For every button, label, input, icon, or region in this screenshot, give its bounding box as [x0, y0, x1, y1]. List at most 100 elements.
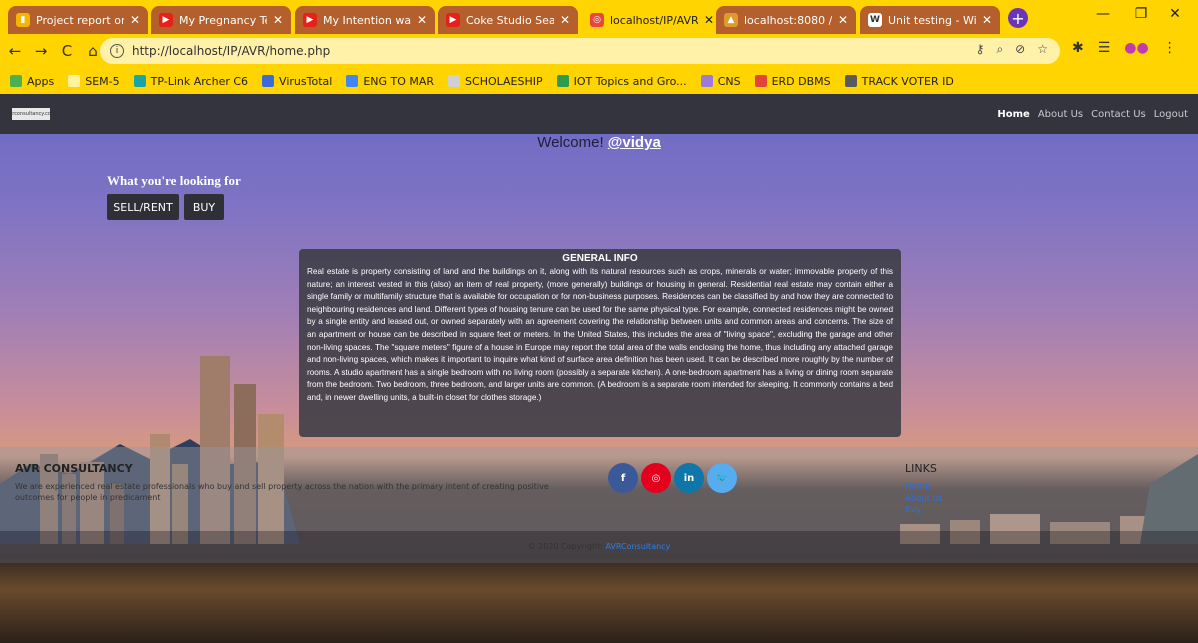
general-info-title: GENERAL INFO	[562, 253, 638, 264]
tab-label: localhost:8080 / 1	[744, 13, 832, 27]
bookmark-item[interactable]: ERD DBMS	[754, 74, 831, 88]
bookmark-label: ENG TO MAR	[363, 74, 435, 88]
browser-tab[interactable]: ▮ Project report on ✕	[8, 6, 148, 34]
twitter-icon[interactable]: 🐦	[707, 463, 737, 493]
browser-tab-bar: ▮ Project report on ✕ ▶ My Pregnancy Tes ✕ ▶ My…	[0, 0, 1198, 34]
bookmark-item[interactable]: Apps	[10, 75, 54, 88]
tab-close-icon[interactable]: ✕	[273, 13, 283, 27]
username-link[interactable]: @vidya	[608, 134, 661, 151]
bookmark-label: ERD DBMS	[771, 74, 831, 88]
site-navbar: avrconsultancy.com Home About Us Contact U…	[0, 94, 1198, 134]
menu-icon[interactable]: ⋮	[1163, 40, 1177, 56]
extensions-icon[interactable]: ✱	[1072, 40, 1084, 56]
copyright-brand-link[interactable]: AVRConsultancy	[605, 542, 670, 551]
social-buttons: f ◎ in 🐦	[608, 463, 737, 493]
bookmark-label: SEM-5	[85, 74, 120, 88]
tab-favicon-icon: ▶	[159, 13, 173, 27]
bookmark-item[interactable]: TRACK VOTER ID	[844, 75, 954, 88]
footer-links: Home About us Buy	[905, 482, 943, 517]
footer-link-about-us[interactable]: About us	[905, 494, 943, 506]
tab-label: My Intention was	[323, 13, 411, 27]
bookmark-label: CNS	[717, 74, 741, 88]
footer-link-home[interactable]: Home	[905, 482, 943, 494]
browser-tab[interactable]: ▶ Coke Studio Seas ✕	[438, 6, 578, 34]
bookmark-item[interactable]: VirusTotal	[262, 75, 332, 88]
bookmark-icon	[346, 75, 359, 87]
minimize-icon[interactable]: —	[1088, 6, 1118, 22]
browser-tab[interactable]: ▲ localhost:8080 / 1 ✕	[716, 6, 856, 34]
tab-label: localhost/IP/AVR/	[610, 13, 698, 27]
tab-close-icon[interactable]: ✕	[704, 13, 714, 27]
tab-label: My Pregnancy Tes	[179, 13, 267, 27]
tab-close-icon[interactable]: ✕	[560, 13, 570, 27]
tab-close-icon[interactable]: ✕	[130, 13, 140, 27]
tab-close-icon[interactable]: ✕	[982, 13, 992, 27]
page-viewport: avrconsultancy.com Home About Us Contact U…	[0, 94, 1198, 643]
key-icon[interactable]: ⚷	[976, 42, 985, 57]
general-info-card: GENERAL INFO Real estate is property con…	[299, 249, 901, 437]
tab-label: Unit testing - Wiki	[888, 13, 976, 27]
bookmark-icon	[133, 75, 146, 87]
site-info-icon[interactable]: i	[110, 44, 124, 58]
tab-label: Project report on	[36, 13, 124, 27]
browser-tab[interactable]: ◎ localhost/IP/AVR/ ✕	[582, 6, 722, 34]
bookmark-item[interactable]: SCHOLAESHIP	[448, 75, 543, 88]
linkedin-icon[interactable]: in	[674, 463, 704, 493]
nav-link-logout[interactable]: Logout	[1154, 109, 1188, 120]
bookmark-icon	[10, 75, 22, 87]
bookmark-item[interactable]: CNS	[700, 74, 741, 88]
close-window-icon[interactable]: ✕	[1160, 6, 1190, 22]
bookmarks-bar: Apps SEM-5 TP-Link Archer C6 VirusTotal ENG …	[0, 68, 1198, 94]
bookmark-item[interactable]: SEM-5	[68, 74, 120, 88]
bookmark-star-icon[interactable]: ☆	[1037, 42, 1048, 57]
reload-icon[interactable]: C	[56, 42, 78, 60]
nav-link-about-us[interactable]: About Us	[1038, 109, 1083, 120]
forward-icon[interactable]: →	[30, 42, 52, 60]
bookmark-icon	[754, 75, 767, 87]
bookmark-icon	[556, 75, 569, 87]
tab-favicon-icon: ▶	[303, 13, 317, 27]
nav-link-home[interactable]: Home	[997, 109, 1029, 120]
footer-description: We are experienced real estate professio…	[15, 482, 549, 502]
water-reflection-image	[0, 554, 1198, 643]
site-nav-links: Home About Us Contact Us Logout	[997, 109, 1188, 120]
copyright-text: © 2020 Copyright:	[527, 542, 603, 551]
facebook-icon[interactable]: f	[608, 463, 638, 493]
bookmark-label: TP-Link Archer C6	[150, 74, 249, 88]
bookmark-icon	[448, 75, 461, 87]
browser-tab[interactable]: ▶ My Intention was ✕	[295, 6, 435, 34]
footer-links-title: LINKS	[905, 462, 937, 475]
copyright-bar: © 2020 Copyright: AVRConsultancy	[0, 531, 1198, 563]
bookmark-label: IOT Topics and Gro...	[573, 74, 687, 88]
instagram-icon[interactable]: ◎	[641, 463, 671, 493]
tab-close-icon[interactable]: ✕	[838, 13, 848, 27]
bookmark-item[interactable]: TP-Link Archer C6	[133, 74, 249, 88]
tab-favicon-icon: ▲	[724, 13, 738, 27]
bookmark-icon	[68, 75, 81, 87]
sell-rent-button[interactable]: SELL/RENT	[107, 194, 179, 220]
browser-tab[interactable]: W Unit testing - Wiki ✕	[860, 6, 1000, 34]
bookmark-label: Apps	[27, 74, 55, 88]
bookmark-item[interactable]: IOT Topics and Gro...	[556, 74, 687, 88]
buy-button[interactable]: BUY	[184, 194, 224, 220]
maximize-icon[interactable]: ❐	[1126, 6, 1156, 22]
footer-link-buy[interactable]: Buy	[905, 505, 943, 517]
tab-favicon-icon: ◎	[590, 13, 604, 27]
tab-close-icon[interactable]: ✕	[417, 13, 427, 27]
site-logo[interactable]: avrconsultancy.com	[6, 108, 56, 120]
tab-favicon-icon: W	[868, 13, 882, 27]
tracking-icon[interactable]: ⊘	[1015, 42, 1025, 57]
profile-avatar-icon[interactable]: ●●	[1124, 40, 1148, 56]
address-bar[interactable]: i http://localhost/IP/AVR/home.php ⚷ ⌕ ⊘…	[100, 38, 1060, 64]
bookmark-label: SCHOLAESHIP	[465, 74, 543, 88]
tab-favicon-icon: ▶	[446, 13, 460, 27]
back-icon[interactable]: ←	[4, 42, 26, 60]
browser-tab[interactable]: ▶ My Pregnancy Tes ✕	[151, 6, 291, 34]
zoom-icon[interactable]: ⌕	[996, 42, 1003, 57]
new-tab-button[interactable]: +	[1008, 8, 1028, 28]
welcome-text: Welcome!	[537, 134, 604, 151]
reading-list-icon[interactable]: ☰	[1098, 40, 1111, 56]
footer-company-title: AVR CONSULTANCY	[15, 462, 133, 475]
bookmark-item[interactable]: ENG TO MAR	[346, 75, 434, 88]
nav-link-contact-us[interactable]: Contact Us	[1091, 109, 1146, 120]
